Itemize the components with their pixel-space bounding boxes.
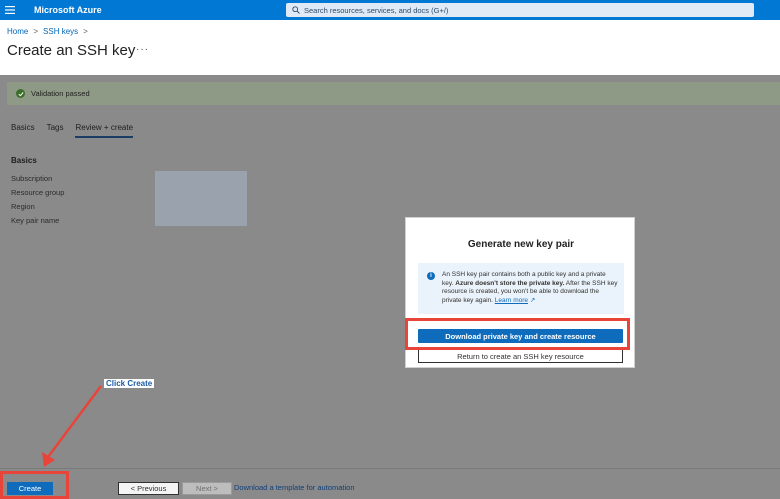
breadcrumb-home[interactable]: Home	[7, 27, 28, 36]
search-input[interactable]: Search resources, services, and docs (G+…	[286, 3, 754, 17]
learn-more-link[interactable]: Learn more	[495, 297, 528, 304]
search-placeholder: Search resources, services, and docs (G+…	[304, 5, 449, 15]
info-text-bold: Azure doesn't store the private key.	[455, 279, 565, 287]
breadcrumb-ssh-keys[interactable]: SSH keys	[43, 27, 78, 36]
previous-button[interactable]: < Previous	[118, 482, 179, 495]
dimmed-content: Validation passed Basics Tags Review + c…	[0, 75, 780, 499]
info-icon: i	[427, 272, 435, 280]
key-pair-name-label: Key pair name	[11, 216, 60, 225]
search-icon	[292, 6, 300, 14]
footer-bar	[0, 468, 780, 499]
download-template-link[interactable]: Download a template for automation	[234, 483, 355, 492]
tab-review-create[interactable]: Review + create	[75, 123, 134, 138]
checkmark-icon	[16, 89, 25, 98]
tab-bar: Basics Tags Review + create	[11, 123, 134, 138]
menu-icon[interactable]	[0, 0, 20, 20]
return-to-create-button[interactable]: Return to create an SSH key resource	[418, 349, 623, 363]
tab-basics[interactable]: Basics	[11, 123, 35, 138]
brand-name[interactable]: Microsoft Azure	[34, 5, 102, 15]
tab-tags[interactable]: Tags	[47, 123, 64, 138]
subscription-label: Subscription	[11, 174, 53, 183]
chevron-right-icon: >	[33, 27, 39, 36]
next-button: Next >	[182, 482, 232, 495]
dialog-title: Generate new key pair	[467, 239, 575, 250]
external-link-icon: ↗	[529, 296, 536, 304]
validation-banner: Validation passed	[7, 82, 780, 105]
redacted-values	[155, 171, 247, 226]
more-options-icon[interactable]: ···	[136, 44, 149, 55]
basics-heading: Basics	[11, 156, 37, 165]
resource-group-label: Resource group	[11, 188, 65, 197]
page-title: Create an SSH key	[7, 42, 136, 59]
click-create-callout: Click Create	[104, 379, 155, 388]
info-message: i An SSH key pair contains both a public…	[418, 263, 624, 314]
highlight-box	[405, 318, 630, 350]
region-label: Region	[11, 202, 35, 211]
breadcrumb: Home > SSH keys >	[7, 27, 88, 36]
chevron-right-icon: >	[83, 27, 88, 36]
validation-text: Validation passed	[31, 89, 90, 98]
create-highlight-box	[0, 471, 69, 499]
top-bar: Microsoft Azure Search resources, servic…	[0, 0, 780, 20]
